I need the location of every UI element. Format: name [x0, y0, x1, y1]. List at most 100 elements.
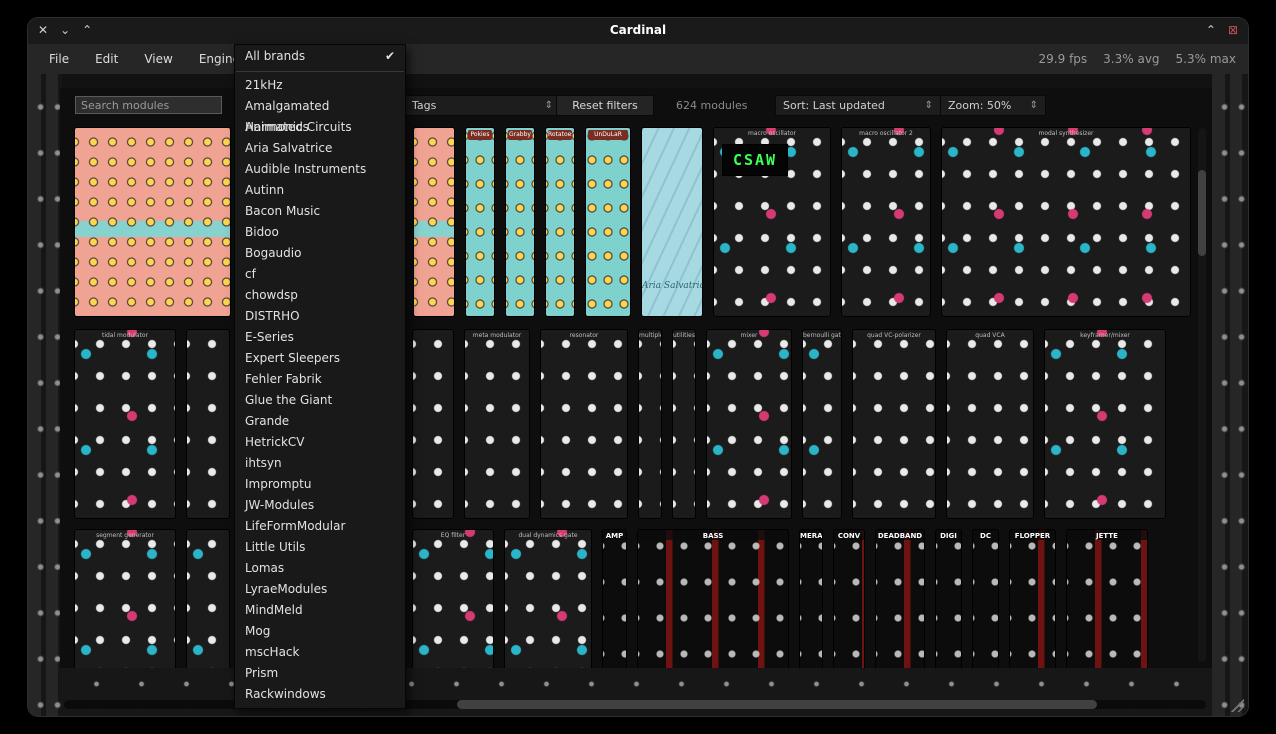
sort-dropdown-label: Sort: Last updated [783, 99, 885, 112]
module-card[interactable]: mixer [707, 330, 791, 518]
brand-menu-item[interactable]: Aria Salvatrice [235, 138, 405, 159]
module-card[interactable]: tidal modulator [75, 330, 175, 518]
brand-menu-item[interactable]: cf [235, 264, 405, 285]
brand-menu-item[interactable]: Bidoo [235, 222, 405, 243]
module-card[interactable]: BASS [638, 530, 788, 668]
brand-menu-item[interactable]: Fehler Fabrik [235, 369, 405, 390]
module-card[interactable]: DC [973, 530, 998, 668]
brand-menu-item[interactable]: Amalgamated Harmonics [235, 96, 405, 117]
brand-menu-item[interactable]: LifeFormModular [235, 516, 405, 537]
module-card[interactable]: Grabby [506, 128, 534, 316]
module-card[interactable]: macro oscillator 2 [842, 128, 930, 316]
brand-menu-item[interactable]: Prism [235, 663, 405, 684]
module-grid-row: Pokies Grabby Rotatoes UnDuLaR Aria Salv… [60, 128, 1190, 316]
module-card[interactable]: segment generator [75, 530, 175, 668]
vertical-scrollbar-thumb[interactable] [1198, 170, 1206, 256]
module-card[interactable] [413, 330, 453, 518]
chevron-up-icon[interactable]: ⌃ [82, 22, 92, 38]
module-card[interactable]: UnDuLaR [586, 128, 630, 316]
horizontal-scrollbar-thumb[interactable] [457, 700, 1097, 709]
brand-label: Glue the Giant [245, 390, 332, 411]
menu-file[interactable]: File [36, 44, 82, 74]
brand-menu-item[interactable]: Bogaudio [235, 243, 405, 264]
module-card[interactable] [187, 530, 229, 668]
shade-icon[interactable]: ⌃ [1206, 22, 1216, 38]
module-card[interactable]: DEADBAND [876, 530, 924, 668]
module-card[interactable]: meta modulator [465, 330, 529, 518]
sort-dropdown[interactable]: Sort: Last updated ⇕ [775, 95, 941, 116]
module-card[interactable]: dual dynamics gate [505, 530, 591, 668]
brand-menu-item[interactable]: DISTRHO [235, 306, 405, 327]
module-card[interactable]: JETTE [1067, 530, 1147, 668]
module-title: macro oscillator 2 [842, 128, 930, 138]
module-card[interactable]: AMP [603, 530, 626, 668]
brand-menu-item[interactable]: ihtsyn [235, 453, 405, 474]
brand-menu-item[interactable]: E-Series [235, 327, 405, 348]
menu-edit[interactable]: Edit [82, 44, 131, 74]
fps-readout: 29.9 fps [1039, 52, 1088, 66]
module-card[interactable]: DIGI [936, 530, 961, 668]
module-card[interactable]: modal synthesizer [942, 128, 1190, 316]
module-card[interactable] [75, 128, 230, 316]
brand-menu-item[interactable]: Autinn [235, 180, 405, 201]
brand-menu-item[interactable]: Rackwindows [235, 684, 405, 705]
module-card[interactable]: Rotatoes [546, 128, 574, 316]
module-title: CONV [834, 530, 864, 540]
module-card[interactable]: multiples [639, 330, 661, 518]
brand-menu-item-all[interactable]: All brands ✔ [235, 45, 405, 68]
brand-menu-item[interactable]: Grande [235, 411, 405, 432]
module-card[interactable]: macro oscillator CSAW [714, 128, 830, 316]
brand-menu-item[interactable]: mscHack [235, 642, 405, 663]
brand-menu-item[interactable]: Mog [235, 621, 405, 642]
brand-menu-item[interactable]: JW-Modules [235, 495, 405, 516]
module-card[interactable]: bernoulli gate [803, 330, 841, 518]
module-title: FLOPPER [1010, 530, 1055, 540]
reset-filters-button[interactable]: Reset filters [556, 95, 654, 116]
brand-menu-item[interactable]: HetrickCV [235, 432, 405, 453]
brand-menu-item[interactable]: LyraeModules [235, 579, 405, 600]
brand-label: ihtsyn [245, 453, 282, 474]
module-title: keyframer/mixer [1045, 330, 1165, 340]
module-title: macro oscillator [714, 128, 830, 138]
module-card[interactable]: quad VCA [947, 330, 1033, 518]
browser-toolbar: Tags ⇕ Reset filters 624 modules Sort: L… [60, 88, 1212, 125]
brand-label: Bidoo [245, 222, 279, 243]
brand-menu-item[interactable]: Audible Instruments [235, 159, 405, 180]
module-card[interactable]: CONV [834, 530, 864, 668]
module-card[interactable]: FLOPPER [1010, 530, 1055, 668]
tags-dropdown[interactable]: Tags ⇕ [404, 95, 561, 116]
module-card[interactable]: keyframer/mixer [1045, 330, 1165, 518]
search-input[interactable] [75, 96, 222, 114]
rack-rail-right [1212, 74, 1248, 716]
module-card[interactable]: EQ filter [413, 530, 493, 668]
brand-menu-item[interactable]: Impromptu [235, 474, 405, 495]
module-card[interactable]: Pokies [466, 128, 494, 316]
module-card[interactable]: quad VC-polarizer [853, 330, 935, 518]
brand-label: chowdsp [245, 285, 298, 306]
brand-menu-item[interactable]: Glue the Giant [235, 390, 405, 411]
module-title: DC [973, 530, 998, 540]
module-title: DIGI [936, 530, 961, 540]
menu-view[interactable]: View [131, 44, 185, 74]
browser-vertical-scrollbar[interactable] [1198, 128, 1206, 662]
brand-menu-item[interactable]: MindMeld [235, 600, 405, 621]
chevron-down-icon[interactable]: ⌄ [60, 22, 70, 38]
brand-menu-item[interactable]: 21kHz [235, 75, 405, 96]
brand-menu-item[interactable]: Animated Circuits [235, 117, 405, 138]
module-card[interactable] [414, 128, 454, 316]
module-card[interactable]: Aria Salvatrice [642, 128, 702, 316]
brand-menu-item[interactable]: Bacon Music [235, 201, 405, 222]
brand-menu-item[interactable]: chowdsp [235, 285, 405, 306]
module-card[interactable]: MERA [800, 530, 822, 668]
updown-arrows-icon: ⇕ [1030, 100, 1038, 111]
close-box-icon[interactable]: ⊠ [1228, 22, 1238, 38]
module-title: quad VC-polarizer [853, 330, 935, 340]
module-card[interactable]: utilities [673, 330, 695, 518]
brand-menu-item[interactable]: Lomas [235, 558, 405, 579]
close-icon[interactable]: ✕ [38, 22, 48, 38]
module-card[interactable]: resonator [541, 330, 627, 518]
zoom-dropdown[interactable]: Zoom: 50% ⇕ [940, 95, 1046, 116]
module-card[interactable] [187, 330, 229, 518]
brand-menu-item[interactable]: Little Utils [235, 537, 405, 558]
brand-menu-item[interactable]: Expert Sleepers [235, 348, 405, 369]
